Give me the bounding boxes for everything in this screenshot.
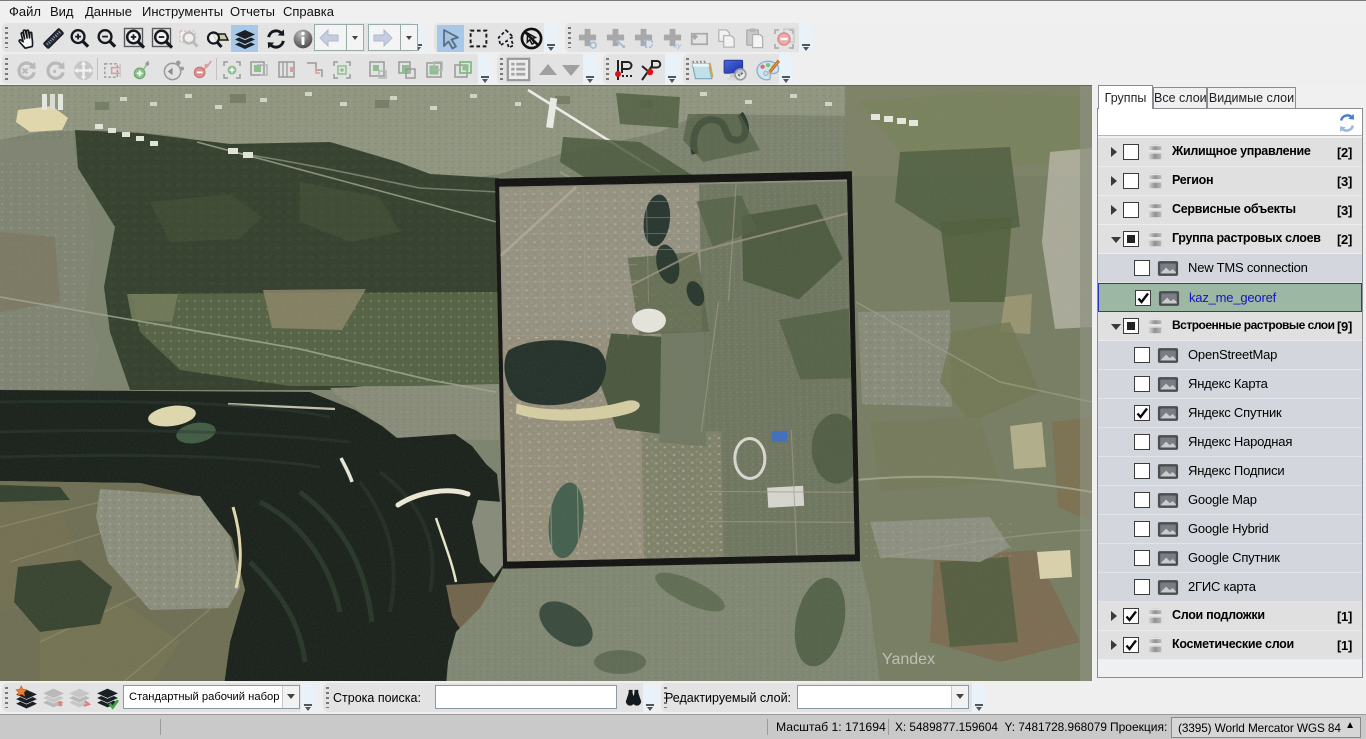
svg-text:Yandex: Yandex <box>882 651 935 668</box>
